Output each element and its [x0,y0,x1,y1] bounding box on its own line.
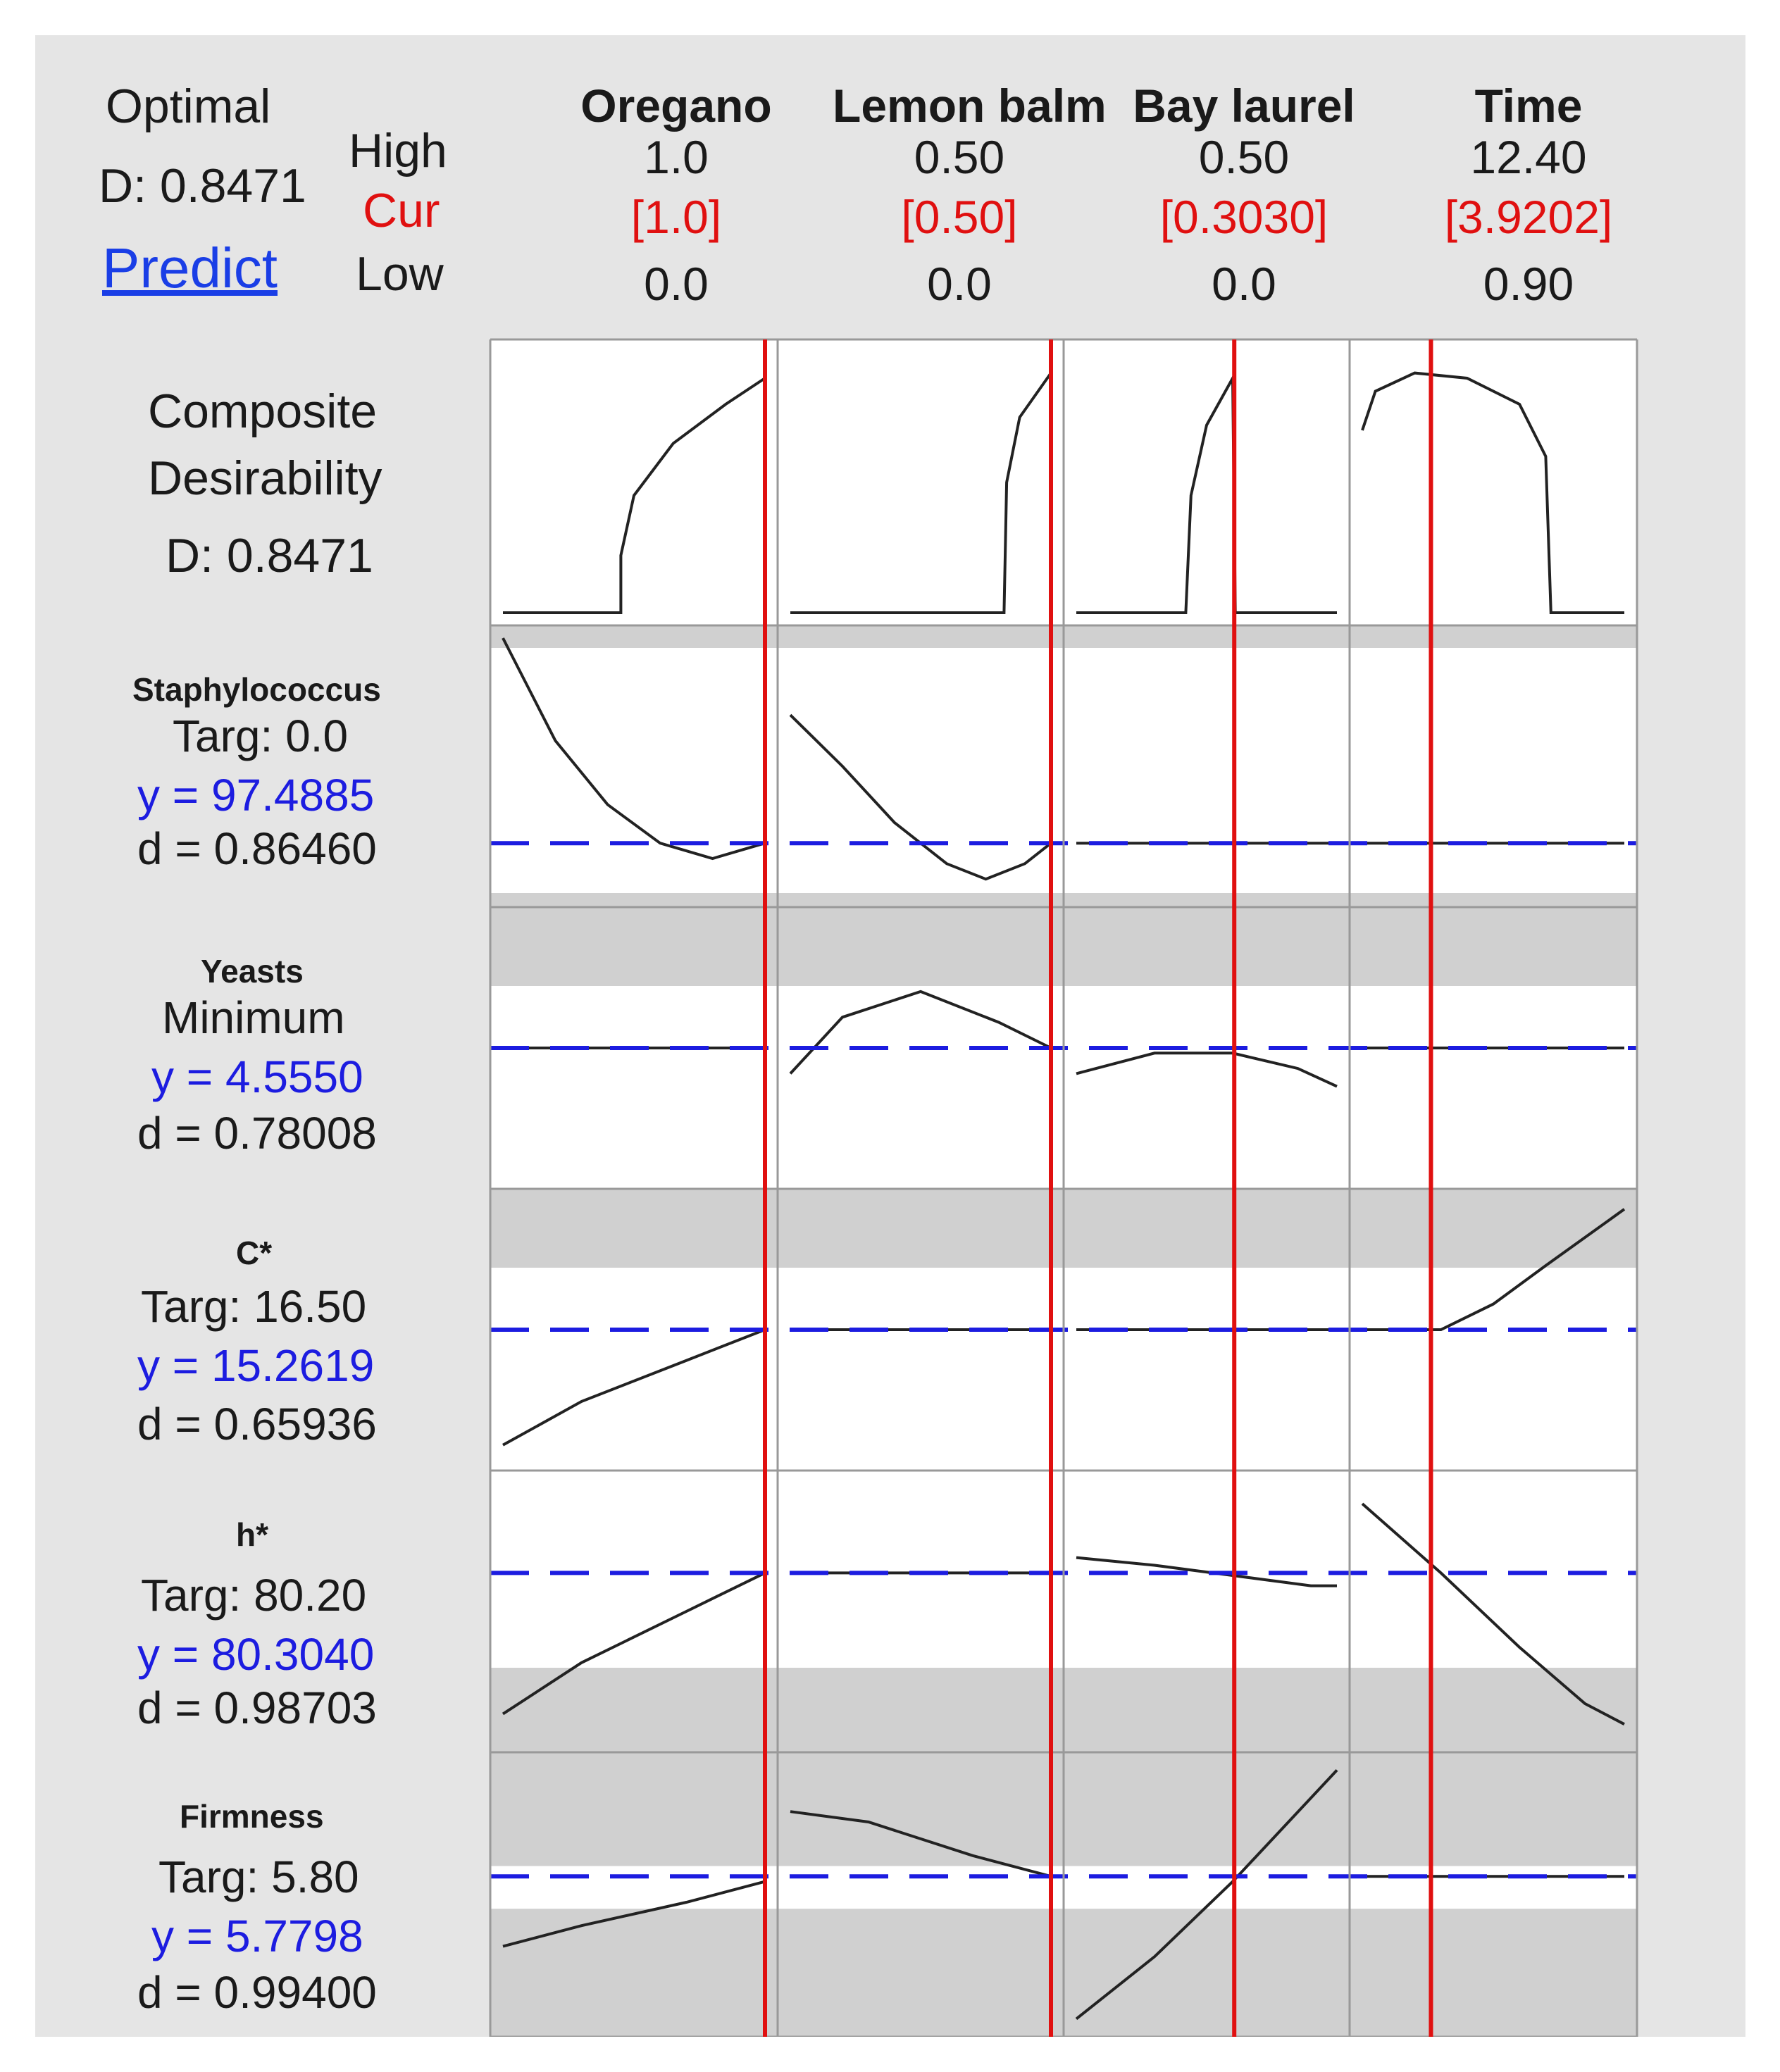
optimizer-panel: Optimal D: 0.8471 Predict High Cur Low O… [35,35,1745,2037]
profile-plots [489,338,1638,2037]
